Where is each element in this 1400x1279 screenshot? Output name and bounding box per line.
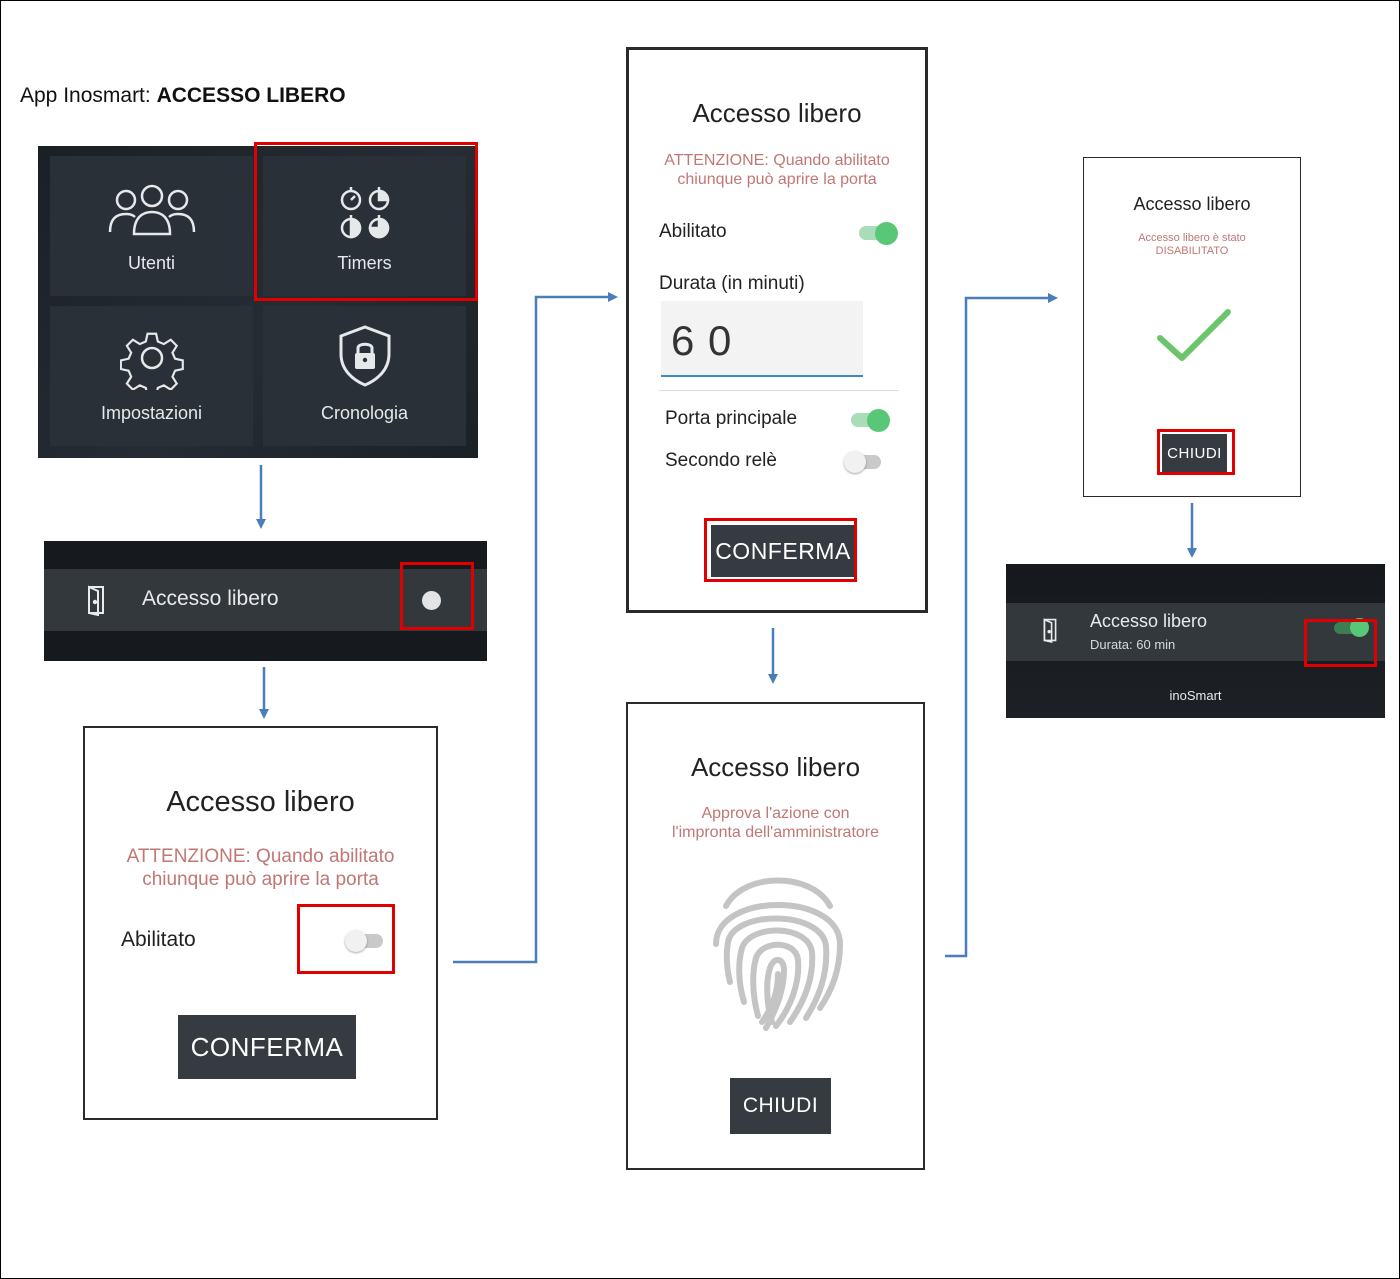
dialog-disabled: Accesso libero ATTENZIONE: Quando abilit… [83, 726, 438, 1120]
dialog-result: Accesso libero Accesso libero è stato DI… [1083, 157, 1301, 497]
dialog-disabled-enabled-label: Abilitato [121, 928, 196, 951]
dialog-fingerprint: Accesso libero Approva l'azione con l'im… [626, 702, 925, 1170]
dialog-enabled-main-door-toggle[interactable] [849, 407, 893, 433]
users-icon [108, 184, 195, 236]
tile-cronologia[interactable]: Cronologia [263, 306, 466, 446]
row-off-toggle[interactable] [420, 589, 444, 613]
dialog-result-close-button[interactable]: CHIUDI [1162, 434, 1227, 472]
accesso-libero-row-off: Accesso libero [44, 541, 487, 661]
dialog-enabled-duration-value: 6 0 [671, 317, 733, 364]
row-off-label: Accesso libero [142, 587, 279, 610]
row-on-label: Accesso libero [1090, 611, 1208, 631]
row-on-sublabel: Durata: 60 min [1090, 637, 1176, 652]
dialog-enabled-duration-label: Durata (in minuti) [659, 273, 805, 294]
dialog-enabled-warning: ATTENZIONE: Quando abilitato chiunque pu… [664, 152, 890, 189]
dialog-enabled-title: Accesso libero [692, 98, 862, 128]
row-off-strip[interactable]: Accesso libero [44, 569, 487, 631]
dialog-disabled-confirm-button[interactable]: CONFERMA [178, 1015, 356, 1079]
tile-impostazioni[interactable]: Impostazioni [50, 306, 253, 446]
dialog-enabled-second-relay-label: Secondo relè [665, 450, 777, 471]
tile-impostazioni-label: Impostazioni [100, 403, 203, 423]
document-title: App Inosmart: ACCESSO LIBERO [20, 84, 346, 108]
document-title-bold: ACCESSO LIBERO [156, 84, 346, 107]
dialog-fingerprint-close-button[interactable]: CHIUDI [730, 1078, 831, 1134]
checkmark-icon [1157, 309, 1231, 361]
dialog-enabled-confirm-button[interactable]: CONFERMA [711, 525, 855, 577]
accesso-libero-row-on: Accesso libero Durata: 60 min inoSmart [1006, 564, 1385, 718]
timers-icon [340, 187, 389, 239]
door-icon [1043, 618, 1057, 643]
dialog-enabled: Accesso libero ATTENZIONE: Quando abilit… [626, 47, 928, 613]
document-title-prefix: App Inosmart: [20, 84, 157, 107]
tile-utenti[interactable]: Utenti [50, 156, 253, 296]
dialog-enabled-enabled-label: Abilitato [659, 221, 727, 242]
brand-label: inoSmart [1169, 688, 1222, 703]
row-on-strip[interactable]: Accesso libero Durata: 60 min [1006, 603, 1385, 661]
row-on-toggle[interactable] [1332, 617, 1372, 639]
dialog-disabled-title: Accesso libero [166, 786, 355, 818]
dialog-disabled-enabled-toggle[interactable] [341, 928, 387, 954]
dialog-fingerprint-title: Accesso libero [690, 752, 861, 782]
dialog-enabled-enabled-toggle[interactable] [857, 220, 901, 246]
tile-cronologia-label: Cronologia [320, 403, 409, 423]
fingerprint-icon [713, 877, 844, 1031]
tile-utenti-label: Utenti [127, 253, 176, 273]
dialog-result-title: Accesso libero [1133, 194, 1251, 214]
dialog-enabled-second-relay-toggle[interactable] [841, 449, 885, 475]
dialog-disabled-warning: ATTENZIONE: Quando abilitato chiunque pu… [126, 846, 395, 890]
tile-timers[interactable]: Timers [263, 156, 466, 296]
gear-icon [119, 332, 184, 390]
main-menu-grid: Utenti Timers Impostazioni Cronologia [38, 146, 478, 458]
tile-timers-label: Timers [337, 253, 392, 273]
door-icon [88, 585, 104, 616]
shield-lock-icon [339, 325, 390, 387]
dialog-result-message: Accesso libero è stato DISABILITATO [1138, 232, 1246, 258]
dialog-enabled-divider [659, 390, 899, 391]
dialog-fingerprint-message: Approva l'azione con l'impronta dell'amm… [671, 805, 880, 842]
dialog-enabled-duration-field[interactable]: 6 0 [661, 301, 863, 377]
dialog-enabled-main-door-label: Porta principale [665, 408, 798, 429]
